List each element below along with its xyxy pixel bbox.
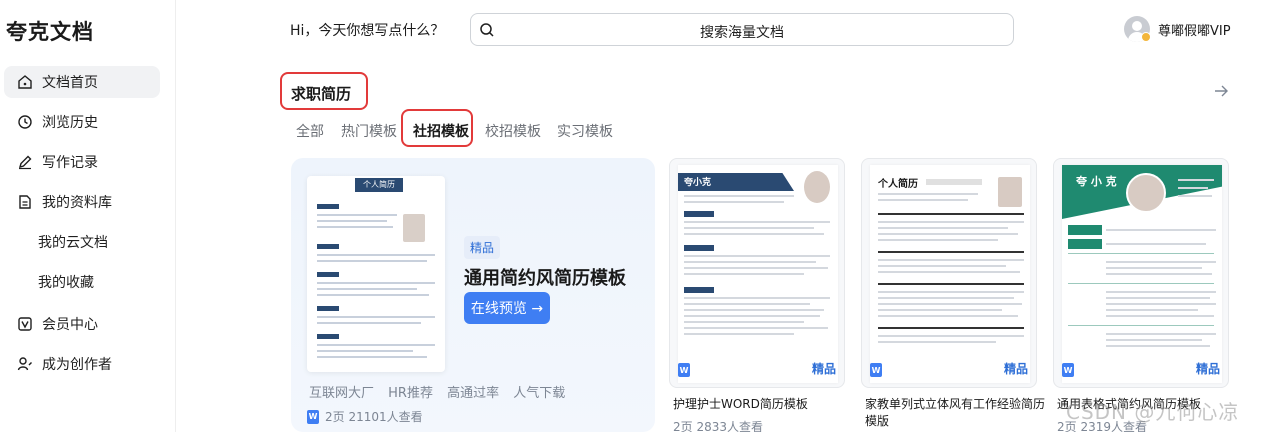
tab-campus-recruit[interactable]: 校招模板 [485, 121, 541, 141]
template-card[interactable]: 夸 小 克 W 精品 [1053, 158, 1229, 388]
sidebar-item-label: 浏览历史 [42, 115, 98, 131]
template-thumbnail: 个人简历 [307, 176, 445, 372]
sidebar-item-creator[interactable]: 成为创作者 [4, 348, 160, 380]
thumbnail-photo [998, 177, 1022, 207]
sidebar: 夸克文档 文档首页 浏览历史 写作记录 我的资料库 我的云文档 我的收藏 会员中… [0, 0, 176, 432]
featured-template-card[interactable]: 个人简历 精品 通用简约风简历模板 在线预览 → 互联网大厂 HR推荐 高通过率… [291, 158, 655, 432]
word-doc-icon: W [1062, 363, 1074, 377]
online-preview-button[interactable]: 在线预览 → [464, 292, 550, 324]
card-title[interactable]: 家教单列式立体风有工作经验简历模版 [865, 396, 1045, 430]
tab-internship[interactable]: 实习模板 [557, 121, 613, 141]
template-thumbnail: 个人简历 [870, 165, 1030, 383]
sidebar-item-label: 写作记录 [42, 155, 98, 171]
tag[interactable]: HR推荐 [388, 386, 433, 401]
sidebar-item-home[interactable]: 文档首页 [4, 66, 160, 98]
sidebar-item-label: 会员中心 [42, 317, 98, 333]
section-title: 求职简历 [280, 72, 368, 110]
template-card[interactable]: 夸小克 W 精品 [669, 158, 845, 388]
tag[interactable]: 人气下载 [513, 386, 565, 401]
word-doc-icon: W [307, 409, 319, 424]
username[interactable]: 尊嘟假嘟VIP [1158, 20, 1231, 39]
template-thumbnail: 夸小克 [678, 165, 838, 383]
template-card[interactable]: 个人简历 W 精品 [861, 158, 1037, 388]
vip-icon [17, 316, 33, 332]
arrow-right-icon[interactable] [1212, 82, 1230, 100]
thumbnail-photo [403, 214, 425, 242]
sidebar-item-library[interactable]: 我的资料库 [4, 186, 160, 218]
sidebar-item-label: 我的云文档 [38, 235, 108, 251]
sidebar-item-label: 成为创作者 [42, 357, 112, 373]
thumbnail-photo [804, 171, 830, 203]
featured-tags: 互联网大厂 HR推荐 高通过率 人气下载 [309, 382, 575, 401]
creator-icon [17, 356, 33, 372]
word-doc-icon: W [678, 363, 690, 377]
user-menu[interactable]: 尊嘟假嘟VIP [1124, 16, 1231, 42]
tab-all[interactable]: 全部 [296, 121, 324, 141]
thumbnail-name: 夸 小 克 [1076, 175, 1117, 188]
greeting-text: Hi，今天你想写点什么？ [290, 23, 445, 39]
sidebar-item-cloud-docs[interactable]: 我的云文档 [4, 226, 160, 258]
tag[interactable]: 高通过率 [447, 386, 499, 401]
clock-icon [17, 114, 33, 130]
premium-badge: 精品 [811, 362, 836, 376]
tab-popular[interactable]: 热门模板 [341, 121, 397, 141]
premium-badge: 精品 [1195, 362, 1220, 376]
thumbnail-header: 个人简历 [355, 178, 403, 192]
word-doc-icon: W [870, 363, 882, 377]
premium-badge: 精品 [464, 236, 501, 259]
pen-icon [17, 154, 33, 170]
thumbnail-photo [1126, 173, 1166, 213]
thumbnail-name: 夸小克 [684, 178, 712, 188]
sidebar-item-label: 文档首页 [42, 75, 98, 91]
vip-badge-icon [1141, 32, 1151, 42]
document-icon [17, 194, 33, 210]
sidebar-item-vip[interactable]: 会员中心 [4, 308, 160, 340]
thumbnail-name: 个人简历 [878, 179, 918, 190]
premium-badge: 精品 [1003, 362, 1028, 376]
home-icon [17, 74, 33, 90]
search-input[interactable]: 搜索海量文档 [470, 13, 1014, 46]
template-thumbnail: 夸 小 克 [1062, 165, 1222, 383]
card-title[interactable]: 护理护士WORD简历模板 [673, 396, 849, 413]
sidebar-item-favorites[interactable]: 我的收藏 [4, 266, 160, 298]
card-meta: 2页 2833人查看 [673, 420, 763, 432]
active-tab-highlight [401, 109, 473, 147]
featured-meta: W 2页 21101人查看 [307, 408, 423, 425]
sidebar-item-label: 我的收藏 [38, 275, 94, 291]
sidebar-item-label: 我的资料库 [42, 195, 112, 211]
featured-meta-text: 2页 21101人查看 [325, 410, 423, 424]
watermark-text: CSDN @九何心凉 [1066, 400, 1240, 424]
search-placeholder: 搜索海量文档 [700, 25, 784, 41]
sidebar-item-history[interactable]: 浏览历史 [4, 106, 160, 138]
sidebar-item-writing[interactable]: 写作记录 [4, 146, 160, 178]
brand-logo[interactable]: 夸克文档 [6, 16, 94, 46]
tag[interactable]: 互联网大厂 [309, 386, 374, 401]
featured-title[interactable]: 通用简约风简历模板 [464, 264, 626, 290]
